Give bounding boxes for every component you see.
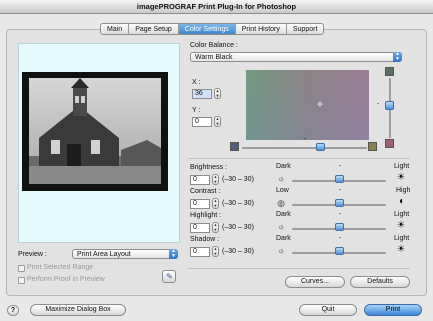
y-label: Y : bbox=[192, 107, 201, 114]
shadow-stepper[interactable]: ▲ ▼ bbox=[212, 246, 219, 257]
brightness-range: (–30 – 30) bbox=[222, 176, 254, 183]
shadow-left-label: Dark bbox=[276, 235, 291, 242]
x-value-field[interactable]: 36 bbox=[192, 89, 212, 99]
color-swatch-top bbox=[385, 67, 394, 76]
contrast-low-icon: ◍ bbox=[277, 198, 285, 208]
contrast-stepper[interactable]: ▲ ▼ bbox=[212, 198, 219, 209]
color-swatch-bottom bbox=[385, 139, 394, 148]
x-slider-track[interactable] bbox=[242, 147, 367, 149]
shadow-range: (–30 – 30) bbox=[222, 248, 254, 255]
tab-bar: Main Page Setup Color Settings Print His… bbox=[100, 23, 325, 35]
quit-button[interactable]: Quit bbox=[299, 304, 357, 316]
window-title: imagePROGRAF Print Plug-In for Photoshop bbox=[0, 0, 433, 14]
contrast-label: Contrast : bbox=[190, 188, 221, 195]
color-swatch-right bbox=[368, 142, 377, 151]
section-divider bbox=[188, 268, 410, 269]
shadow-field[interactable]: 0 bbox=[190, 247, 210, 257]
perform-proof-label: Perform Proof in Preview bbox=[27, 276, 105, 283]
preview-image bbox=[29, 78, 161, 184]
shadow-right-label: Light bbox=[394, 235, 410, 242]
sun-dim-icon: ☼ bbox=[277, 246, 285, 255]
highlight-left-label: Dark bbox=[276, 211, 291, 218]
sun-bright-icon: ☀ bbox=[396, 220, 406, 231]
maximize-dialog-button[interactable]: Maximize Dialog Box bbox=[30, 304, 126, 316]
brightness-center-label: - bbox=[339, 163, 342, 170]
preview-mode-select[interactable]: Print Area Layout ▲ ▼ bbox=[72, 249, 178, 259]
x-slider-thumb[interactable] bbox=[316, 143, 325, 151]
highlight-thumb[interactable] bbox=[335, 223, 344, 231]
color-balance-grid[interactable]: ✛ bbox=[246, 70, 369, 140]
print-selected-range-label: Print Selected Range bbox=[27, 264, 94, 271]
brightness-field[interactable]: 0 bbox=[190, 175, 210, 185]
color-balance-value: Warm Black bbox=[195, 54, 233, 61]
brightness-stepper[interactable]: ▲ ▼ bbox=[212, 174, 219, 185]
tab-page-setup[interactable]: Page Setup bbox=[129, 24, 179, 34]
shadow-center-label: - bbox=[339, 235, 342, 242]
preview-mode-value: Print Area Layout bbox=[77, 251, 131, 258]
highlight-center-label: - bbox=[339, 211, 342, 218]
curves-button[interactable]: Curves... bbox=[285, 276, 345, 288]
y-value-field[interactable]: 0 bbox=[192, 117, 212, 127]
y-slider-center-mark: - bbox=[377, 101, 380, 108]
sun-dim-icon: ☼ bbox=[277, 222, 285, 231]
color-swatch-left bbox=[230, 142, 239, 151]
help-button[interactable]: ? bbox=[7, 305, 19, 316]
contrast-center-label: - bbox=[339, 187, 342, 194]
brightness-right-label: Light bbox=[394, 163, 410, 170]
defaults-button[interactable]: Defaults bbox=[350, 276, 410, 288]
y-stepper[interactable]: ▲ ▼ bbox=[214, 116, 221, 127]
highlight-right-label: Light bbox=[394, 211, 410, 218]
tab-support[interactable]: Support bbox=[287, 24, 324, 34]
contrast-thumb[interactable] bbox=[335, 199, 344, 207]
preview-label: Preview : bbox=[18, 251, 47, 258]
tab-color-settings[interactable]: Color Settings bbox=[178, 24, 236, 34]
select-arrows-icon: ▲ ▼ bbox=[393, 52, 402, 62]
preview-area bbox=[18, 43, 180, 243]
x-stepper[interactable]: ▲ ▼ bbox=[214, 88, 221, 99]
highlight-range: (–30 – 30) bbox=[222, 224, 254, 231]
highlight-label: Highlight : bbox=[190, 212, 222, 219]
contrast-high-icon: ◐ bbox=[398, 196, 406, 207]
tab-main[interactable]: Main bbox=[101, 24, 130, 34]
highlight-field[interactable]: 0 bbox=[190, 223, 210, 233]
contrast-range: (–30 – 30) bbox=[222, 200, 254, 207]
shadow-thumb[interactable] bbox=[335, 247, 344, 255]
crosshair-icon: ✛ bbox=[316, 100, 324, 109]
brightness-left-label: Dark bbox=[276, 163, 291, 170]
x-slider-center-mark: - bbox=[304, 136, 307, 143]
shadow-label: Shadow : bbox=[190, 236, 220, 243]
brightness-thumb[interactable] bbox=[335, 175, 344, 183]
contrast-left-label: Low bbox=[276, 187, 289, 194]
color-balance-label: Color Balance : bbox=[190, 42, 238, 49]
print-selected-range-checkbox[interactable] bbox=[18, 265, 25, 272]
church-photo-icon bbox=[29, 78, 161, 184]
perform-proof-checkbox[interactable] bbox=[18, 277, 25, 284]
print-button[interactable]: Print bbox=[364, 304, 422, 316]
y-slider-thumb[interactable] bbox=[385, 101, 394, 110]
proof-settings-icon: ✎ bbox=[166, 272, 173, 281]
brightness-label: Brightness : bbox=[190, 164, 227, 171]
x-label: X : bbox=[192, 79, 201, 86]
sun-bright-icon: ☀ bbox=[396, 244, 406, 255]
tab-print-history[interactable]: Print History bbox=[236, 24, 287, 34]
select-arrows-icon: ▲ ▼ bbox=[169, 249, 178, 259]
contrast-right-label: High bbox=[396, 187, 411, 194]
contrast-field[interactable]: 0 bbox=[190, 199, 210, 209]
proof-settings-button[interactable]: ✎ bbox=[162, 270, 176, 283]
sun-bright-icon: ☀ bbox=[396, 172, 406, 183]
highlight-stepper[interactable]: ▲ ▼ bbox=[212, 222, 219, 233]
section-divider bbox=[188, 158, 410, 159]
preview-image-frame bbox=[22, 72, 168, 191]
color-balance-select[interactable]: Warm Black ▲ ▼ bbox=[190, 52, 402, 62]
sun-dim-icon: ☼ bbox=[277, 174, 285, 183]
